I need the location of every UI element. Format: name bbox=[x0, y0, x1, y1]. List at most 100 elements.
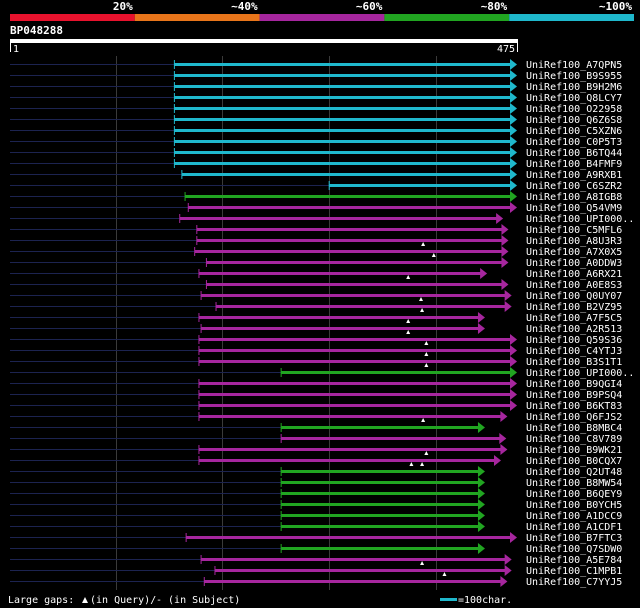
hit-bar bbox=[186, 536, 512, 539]
hit-label[interactable]: UniRef100_C5XZN6 bbox=[526, 126, 622, 137]
gap-in-subject-label: - (in Subject) bbox=[156, 595, 240, 606]
scale-label: ~100% bbox=[599, 0, 632, 13]
hit-label[interactable]: UniRef100_B2VZ95 bbox=[526, 302, 622, 313]
hit-label[interactable]: UniRef100_Q6Z6S8 bbox=[526, 115, 622, 126]
hit-bar bbox=[198, 316, 479, 319]
hit-bar bbox=[198, 448, 502, 451]
hit-label[interactable]: UniRef100_B3S1T1 bbox=[526, 357, 622, 368]
scale-segment bbox=[259, 14, 385, 21]
hit-label[interactable]: UniRef100_Q6FJS2 bbox=[526, 412, 622, 423]
hit-bar bbox=[198, 272, 482, 275]
scale-segment bbox=[10, 14, 135, 21]
hit-label[interactable]: UniRef100_A1CDF1 bbox=[526, 522, 622, 533]
hit-label[interactable]: UniRef100_C6SZR2 bbox=[526, 181, 622, 192]
hit-bar bbox=[198, 349, 511, 352]
scale-bar bbox=[440, 598, 457, 601]
hit-label[interactable]: UniRef100_A7X0X5 bbox=[526, 247, 622, 258]
hit-label[interactable]: UniRef100_A1DCC9 bbox=[526, 511, 622, 522]
scale-segment bbox=[384, 14, 510, 21]
hit-label[interactable]: UniRef100_A7F5C5 bbox=[526, 313, 622, 324]
hit-bar bbox=[174, 129, 512, 132]
hit-label[interactable]: UniRef100_B0CQX7 bbox=[526, 456, 622, 467]
hit-bar bbox=[198, 338, 511, 341]
hit-label[interactable]: UniRef100_A6RX21 bbox=[526, 269, 622, 280]
scale-segment bbox=[134, 14, 260, 21]
hit-bar bbox=[174, 151, 512, 154]
hit-bar bbox=[198, 393, 511, 396]
hit-bar bbox=[281, 437, 501, 440]
scale-label: ~80% bbox=[481, 0, 508, 13]
hit-bar bbox=[174, 74, 512, 77]
hit-bar bbox=[281, 514, 479, 517]
hit-label[interactable]: UniRef100_B9H2M6 bbox=[526, 82, 622, 93]
hit-bar bbox=[174, 63, 512, 66]
hit-bar bbox=[281, 503, 479, 506]
hit-label[interactable]: UniRef100_O22958 bbox=[526, 104, 622, 115]
hit-label[interactable]: UniRef100_A8U3R3 bbox=[526, 236, 622, 247]
scale-label: ~60% bbox=[356, 0, 383, 13]
hit-bar bbox=[204, 580, 502, 583]
hit-bar bbox=[198, 459, 495, 462]
hit-bar bbox=[201, 327, 479, 330]
hit-bar bbox=[281, 481, 479, 484]
hit-label[interactable]: UniRef100_B9PSQ4 bbox=[526, 390, 622, 401]
query-bar bbox=[10, 39, 518, 43]
hit-bar bbox=[198, 415, 502, 418]
hit-label[interactable]: UniRef100_B8MBC4 bbox=[526, 423, 622, 434]
hit-label[interactable]: UniRef100_UPI000.. bbox=[526, 214, 634, 225]
hit-label[interactable]: UniRef100_B6KT83 bbox=[526, 401, 622, 412]
hit-label[interactable]: UniRef100_Q0UY07 bbox=[526, 291, 622, 302]
hit-bar bbox=[174, 162, 512, 165]
hit-bar bbox=[198, 360, 511, 363]
hit-bar bbox=[198, 404, 511, 407]
gap-in-query-label: (in Query)/ bbox=[90, 595, 156, 606]
hit-bar bbox=[185, 195, 512, 198]
hit-label[interactable]: UniRef100_Q59S36 bbox=[526, 335, 622, 346]
hit-label[interactable]: UniRef100_C1MPB1 bbox=[526, 566, 622, 577]
hit-bar bbox=[281, 547, 479, 550]
hit-bar bbox=[198, 382, 511, 385]
hit-label[interactable]: UniRef100_B6TQ44 bbox=[526, 148, 622, 159]
hit-label[interactable]: UniRef100_Q7SDW0 bbox=[526, 544, 622, 555]
hit-bar bbox=[196, 239, 503, 242]
hit-label[interactable]: UniRef100_A0E8S3 bbox=[526, 280, 622, 291]
query-id: BP048288 bbox=[10, 24, 63, 37]
hit-bar bbox=[216, 305, 506, 308]
alignment-viewer: 20% ~40% ~60% ~80% ~100% BP048288 1 475 UniR… bbox=[0, 0, 640, 608]
hit-label[interactable]: UniRef100_UPI000.. bbox=[526, 368, 634, 379]
scale-label: ~40% bbox=[231, 0, 258, 13]
hit-label[interactable]: UniRef100_C5MFL6 bbox=[526, 225, 622, 236]
hit-label[interactable]: UniRef100_Q8LCY7 bbox=[526, 93, 622, 104]
hit-label[interactable]: UniRef100_B7FTC3 bbox=[526, 533, 622, 544]
hit-label[interactable]: UniRef100_Q2UT48 bbox=[526, 467, 622, 478]
hit-bar bbox=[179, 217, 498, 220]
hit-bar bbox=[196, 228, 503, 231]
large-gaps-label: Large gaps: bbox=[8, 595, 74, 606]
hit-label[interactable]: UniRef100_A5E784 bbox=[526, 555, 622, 566]
hit-label[interactable]: UniRef100_A0DDW3 bbox=[526, 258, 622, 269]
hit-bar bbox=[206, 261, 503, 264]
hit-label[interactable]: UniRef100_C0P5T3 bbox=[526, 137, 622, 148]
hit-bar bbox=[174, 118, 512, 121]
hit-label[interactable]: UniRef100_B9S955 bbox=[526, 71, 622, 82]
hit-bar bbox=[188, 206, 511, 209]
scale-label: 20% bbox=[113, 0, 133, 13]
hit-label[interactable]: UniRef100_B9WK21 bbox=[526, 445, 622, 456]
hit-label[interactable]: UniRef100_B6QEY9 bbox=[526, 489, 622, 500]
hit-label[interactable]: UniRef100_A7QPN5 bbox=[526, 60, 622, 71]
hit-bar bbox=[281, 426, 479, 429]
hit-bar bbox=[174, 85, 512, 88]
hit-label[interactable]: UniRef100_B9QGI4 bbox=[526, 379, 622, 390]
hit-label[interactable]: UniRef100_A2R513 bbox=[526, 324, 622, 335]
hit-label[interactable]: UniRef100_Q54VM9 bbox=[526, 203, 622, 214]
hit-label[interactable]: UniRef100_C8V789 bbox=[526, 434, 622, 445]
hit-label[interactable]: UniRef100_A8IGB8 bbox=[526, 192, 622, 203]
hit-label[interactable]: UniRef100_B8MW54 bbox=[526, 478, 622, 489]
hit-label[interactable]: UniRef100_C7YYJ5 bbox=[526, 577, 622, 588]
hit-label[interactable]: UniRef100_B0YCH5 bbox=[526, 500, 622, 511]
hit-label[interactable]: UniRef100_A9RXB1 bbox=[526, 170, 622, 181]
query-start-label: 1 bbox=[13, 44, 19, 55]
query-end-label: 475 bbox=[497, 44, 515, 55]
hit-label[interactable]: UniRef100_B4FMF9 bbox=[526, 159, 622, 170]
hit-label[interactable]: UniRef100_C4YTJ3 bbox=[526, 346, 622, 357]
